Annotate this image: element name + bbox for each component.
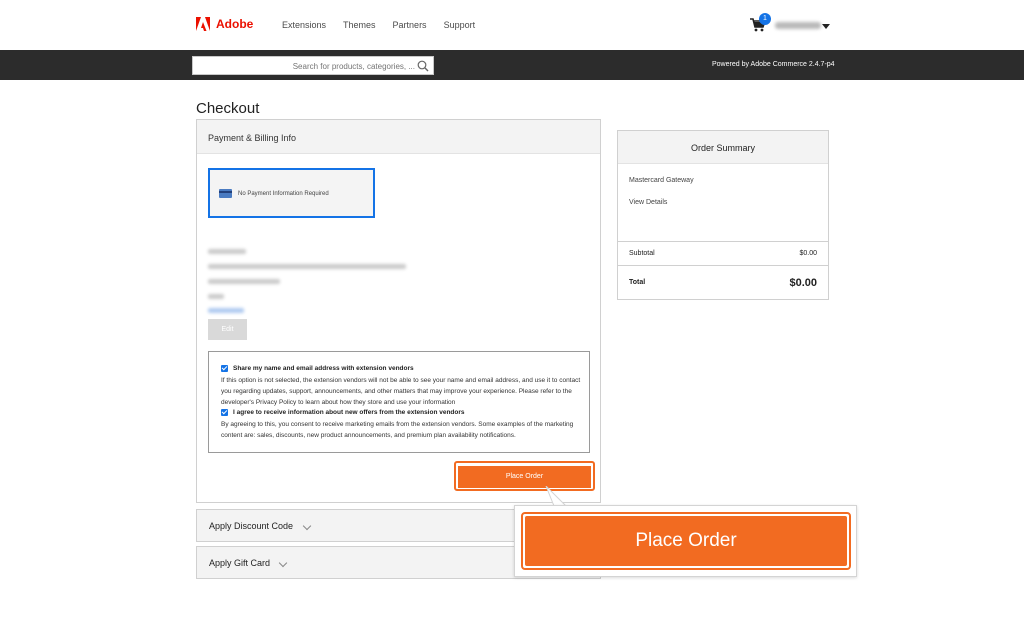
billing-address-redacted bbox=[208, 264, 406, 269]
nav-link-themes[interactable]: Themes bbox=[343, 20, 376, 30]
summary-divider bbox=[618, 265, 828, 266]
search-input[interactable] bbox=[197, 59, 415, 73]
place-order-button[interactable]: Place Order bbox=[458, 465, 591, 488]
powered-by-text: Powered by Adobe Commerce 2.4.7-p4 bbox=[712, 61, 835, 68]
search-bar-strip bbox=[0, 50, 1024, 80]
offers-consent-checkbox[interactable] bbox=[221, 409, 228, 416]
offers-consent-row: I agree to receive information about new… bbox=[221, 409, 465, 416]
top-navigation: Adobe Extensions Themes Partners Support… bbox=[0, 0, 1024, 50]
edit-billing-button[interactable]: Edit bbox=[208, 319, 247, 340]
page-title: Checkout bbox=[196, 100, 260, 117]
subtotal-label: Subtotal bbox=[629, 250, 655, 257]
payment-option-label: No Payment Information Required bbox=[238, 191, 329, 197]
offers-consent-text: By agreeing to this, you consent to rece… bbox=[221, 421, 574, 439]
adobe-logo[interactable]: Adobe bbox=[196, 17, 253, 31]
consent-box: Share my name and email address with ext… bbox=[208, 351, 590, 453]
share-consent-text: If this option is not selected, the exte… bbox=[221, 377, 581, 406]
view-details-link[interactable]: View Details bbox=[629, 199, 667, 206]
total-label: Total bbox=[629, 279, 646, 286]
billing-city-redacted bbox=[208, 279, 280, 284]
search-icon[interactable] bbox=[417, 60, 429, 72]
chevron-down-icon bbox=[302, 521, 312, 531]
summary-item-name: Mastercard Gateway bbox=[629, 177, 694, 184]
adobe-logo-icon bbox=[196, 17, 210, 31]
apply-gift-card-label: Apply Gift Card bbox=[209, 558, 271, 568]
user-name-redacted[interactable] bbox=[775, 22, 821, 29]
logo-text: Adobe bbox=[216, 17, 254, 31]
share-consent-row: Share my name and email address with ext… bbox=[221, 365, 414, 372]
nav-link-partners[interactable]: Partners bbox=[393, 20, 427, 30]
main-nav: Extensions Themes Partners Support bbox=[282, 20, 475, 30]
order-summary-panel: Order Summary Mastercard Gateway View De… bbox=[617, 130, 829, 300]
place-order-button-zoomed[interactable]: Place Order bbox=[525, 516, 847, 566]
offers-consent-label: I agree to receive information about new… bbox=[233, 409, 465, 416]
credit-card-icon bbox=[219, 189, 232, 198]
payment-section-header: Payment & Billing Info bbox=[197, 120, 600, 154]
billing-country-redacted bbox=[208, 294, 224, 299]
total-value: $0.00 bbox=[789, 277, 817, 289]
place-order-zoom-callout: Place Order bbox=[514, 505, 857, 577]
share-consent-checkbox[interactable] bbox=[221, 365, 228, 372]
order-summary-title: Order Summary bbox=[690, 143, 755, 153]
cart-count-badge: 1 bbox=[759, 13, 771, 25]
billing-name-redacted bbox=[208, 249, 246, 254]
callout-highlight: Place Order bbox=[521, 512, 851, 570]
apply-discount-label: Apply Discount Code bbox=[209, 521, 294, 531]
search-box bbox=[192, 56, 434, 75]
share-consent-label: Share my name and email address with ext… bbox=[233, 365, 414, 372]
chevron-down-icon[interactable] bbox=[822, 24, 830, 29]
nav-link-support[interactable]: Support bbox=[444, 20, 476, 30]
nav-link-extensions[interactable]: Extensions bbox=[282, 20, 326, 30]
subtotal-value: $0.00 bbox=[799, 250, 817, 257]
payment-billing-panel: Payment & Billing Info No Payment Inform… bbox=[196, 119, 601, 503]
order-summary-header: Order Summary bbox=[618, 131, 828, 164]
chevron-down-icon bbox=[278, 558, 288, 568]
payment-section-title: Payment & Billing Info bbox=[208, 133, 297, 143]
billing-phone-redacted[interactable] bbox=[208, 308, 244, 313]
summary-divider bbox=[618, 241, 828, 242]
payment-option-selected[interactable]: No Payment Information Required bbox=[208, 168, 375, 218]
